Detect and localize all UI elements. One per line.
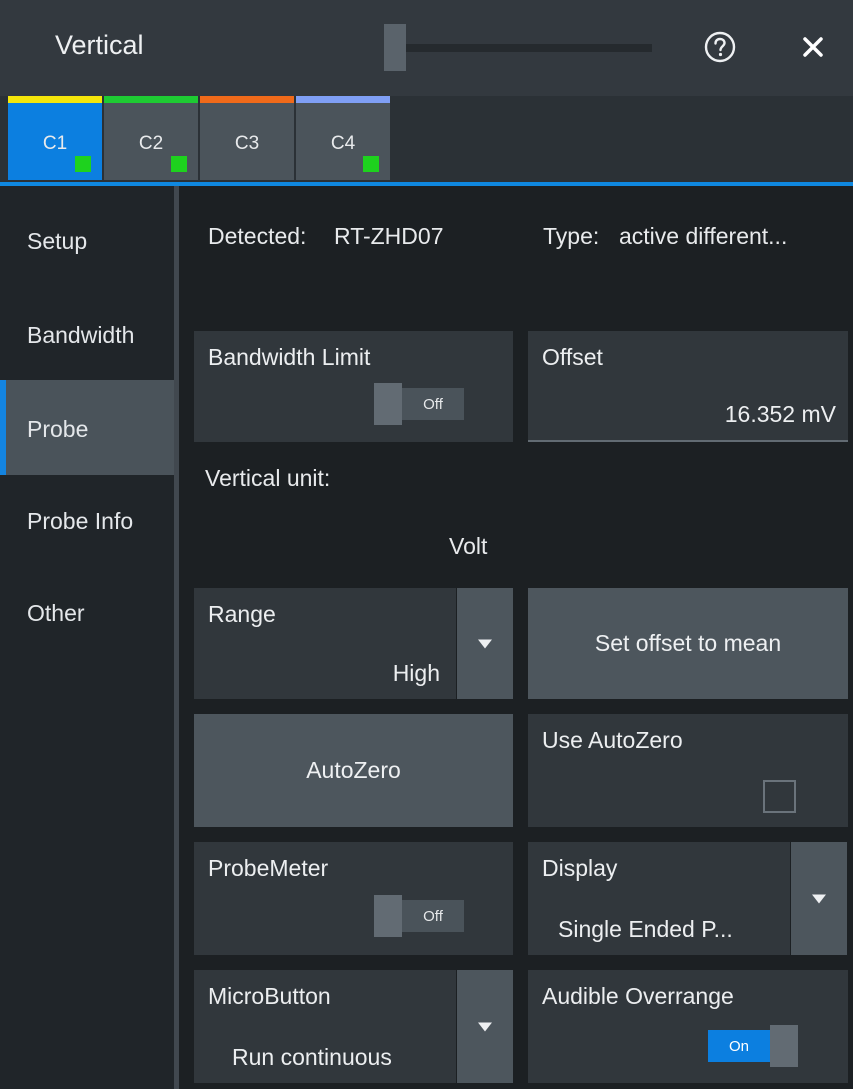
- sidebar-item-probe[interactable]: Probe: [0, 380, 174, 475]
- help-circle-icon[interactable]: [704, 31, 736, 63]
- audible-overrange-control[interactable]: Audible Overrange On: [528, 970, 848, 1083]
- vertical-unit-value: Volt: [449, 533, 488, 559]
- sidebar-item-label: Probe: [27, 416, 89, 442]
- offset-control[interactable]: Offset 16.352 mV: [528, 331, 848, 442]
- audible-overrange-label: Audible Overrange: [542, 983, 734, 1009]
- display-select[interactable]: Display Single Ended P...: [528, 842, 790, 955]
- tab-c1[interactable]: C1: [8, 96, 102, 180]
- audible-overrange-toggle[interactable]: On: [708, 1025, 798, 1067]
- offset-label: Offset: [542, 344, 603, 370]
- channel-active-marker: [75, 156, 91, 172]
- range-label: Range: [208, 601, 276, 627]
- display-label: Display: [542, 855, 618, 881]
- bandwidth-limit-toggle[interactable]: Off: [374, 383, 464, 425]
- offset-input-underline: [528, 440, 848, 442]
- sidebar-item-other[interactable]: Other: [0, 570, 174, 665]
- display-value: Single Ended P...: [558, 916, 733, 942]
- channel-active-marker: [363, 156, 379, 172]
- sidebar-item-bandwidth[interactable]: Bandwidth: [0, 286, 174, 381]
- toggle-state: Off: [402, 388, 464, 420]
- microbutton-label: MicroButton: [208, 983, 331, 1009]
- toggle-thumb: [770, 1025, 798, 1067]
- tab-label: C1: [42, 133, 68, 154]
- title-bar: Vertical: [0, 0, 853, 96]
- toggle-state: Off: [402, 900, 464, 932]
- range-select[interactable]: Range High: [194, 588, 456, 699]
- probemeter-label: ProbeMeter: [208, 855, 329, 881]
- channel-active-marker: [171, 156, 187, 172]
- tab-c2[interactable]: C2: [104, 96, 198, 180]
- use-autozero-label: Use AutoZero: [542, 727, 683, 753]
- use-autozero-checkbox[interactable]: [763, 780, 796, 813]
- channel-tab-bar: C1 C2 C3 C4: [0, 96, 853, 188]
- sidebar-item-label: Setup: [27, 228, 88, 254]
- sidebar-item-probe-info[interactable]: Probe Info: [0, 476, 174, 571]
- use-autozero-control: Use AutoZero: [528, 714, 848, 827]
- type-value: active different...: [619, 223, 788, 249]
- microbutton-select[interactable]: MicroButton Run continuous: [194, 970, 456, 1083]
- offset-value: 16.352 mV: [724, 401, 836, 427]
- tab-label: C3: [234, 133, 260, 154]
- chevron-down-icon: [478, 1022, 492, 1031]
- display-dropdown-button[interactable]: [791, 842, 847, 955]
- microbutton-value: Run continuous: [232, 1044, 392, 1070]
- range-dropdown-button[interactable]: [457, 588, 513, 699]
- detected-label: Detected:: [208, 223, 307, 249]
- chevron-down-icon: [812, 894, 826, 903]
- vertical-unit-label: Vertical unit:: [205, 465, 331, 491]
- window-slider-thumb[interactable]: [384, 24, 406, 71]
- sidebar-item-label: Bandwidth: [27, 322, 135, 348]
- tab-label: C2: [138, 133, 164, 154]
- autozero-button[interactable]: AutoZero: [194, 714, 513, 827]
- sidebar-item-label: Other: [27, 600, 85, 626]
- tab-c3[interactable]: C3: [200, 96, 294, 180]
- probe-settings-panel: Detected: RT-ZHD07 Type: active differen…: [179, 186, 853, 1089]
- range-value: High: [392, 660, 440, 686]
- toggle-state: On: [708, 1030, 770, 1062]
- sidebar-item-setup[interactable]: Setup: [0, 192, 174, 287]
- chevron-down-icon: [478, 639, 492, 648]
- toggle-thumb: [374, 895, 402, 937]
- close-icon[interactable]: [800, 34, 826, 60]
- bandwidth-limit-control[interactable]: Bandwidth Limit Off: [194, 331, 513, 442]
- window-title: Vertical: [55, 30, 144, 60]
- microbutton-dropdown-button[interactable]: [457, 970, 513, 1083]
- probemeter-control[interactable]: ProbeMeter Off: [194, 842, 513, 955]
- bandwidth-limit-label: Bandwidth Limit: [208, 344, 371, 370]
- tab-label: C4: [330, 133, 356, 154]
- toggle-thumb: [374, 383, 402, 425]
- type-label: Type:: [543, 223, 600, 249]
- tab-color-stripe: [8, 96, 102, 103]
- tab-color-stripe: [296, 96, 390, 103]
- sidebar-item-label: Probe Info: [27, 508, 134, 534]
- set-offset-to-mean-button[interactable]: Set offset to mean: [528, 588, 848, 699]
- tab-color-stripe: [200, 96, 294, 103]
- detected-value: RT-ZHD07: [334, 223, 444, 249]
- tab-color-stripe: [104, 96, 198, 103]
- probemeter-toggle[interactable]: Off: [374, 895, 464, 937]
- sidebar: Setup Bandwidth Probe Probe Info Other: [0, 186, 174, 1089]
- window-slider-track[interactable]: [404, 44, 652, 52]
- tab-c4[interactable]: C4: [296, 96, 390, 180]
